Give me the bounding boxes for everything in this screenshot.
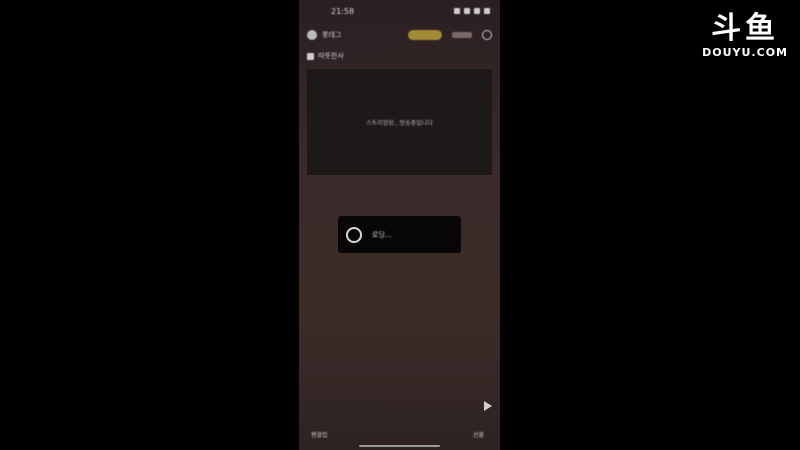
send-icon[interactable] <box>484 401 492 411</box>
viewer-count <box>452 32 472 38</box>
power-icon[interactable] <box>482 30 492 40</box>
signal-icon <box>474 8 480 14</box>
thumb-icon <box>307 52 314 60</box>
loading-text: 로딩... <box>372 230 392 239</box>
video-message: 스트리밍된...방송중입니다 <box>366 119 433 127</box>
status-bar: 21:58 <box>299 0 500 22</box>
sub-header-text: 따뜻한사 <box>318 52 344 60</box>
status-icons <box>454 8 490 14</box>
douyu-watermark: 斗鱼 DOUYU.COM <box>702 11 788 60</box>
screen: 21:58 롯데그 따뜻한사 스트리밍된...방송중입니다 로딩... 팬클럽 … <box>0 0 800 450</box>
phone-screen: 21:58 롯데그 따뜻한사 스트리밍된...방송중입니다 로딩... 팬클럽 … <box>299 0 500 450</box>
streamer-name: 롯데그 <box>322 31 342 39</box>
home-indicator[interactable] <box>359 445 440 447</box>
status-time: 21:58 <box>331 6 355 16</box>
spinner-icon <box>346 226 362 243</box>
notification-icon <box>454 8 460 14</box>
chat-input-row[interactable] <box>307 398 492 414</box>
avatar[interactable] <box>307 30 317 40</box>
video-player[interactable]: 스트리밍된...방송중입니다 <box>307 69 492 175</box>
wifi-icon <box>464 8 470 14</box>
battery-icon <box>484 8 490 14</box>
watermark-logo-cn: 斗鱼 <box>711 11 780 46</box>
loading-toast: 로딩... <box>338 216 461 253</box>
bottom-toolbar: 팬클럽 선물 <box>311 428 492 440</box>
toolbar-right-button[interactable]: 선물 <box>473 430 484 439</box>
follow-button[interactable] <box>408 30 442 40</box>
sub-header: 따뜻한사 <box>307 51 344 61</box>
toolbar-left-button[interactable]: 팬클럽 <box>311 430 328 439</box>
stream-header: 롯데그 <box>307 26 492 44</box>
watermark-logo-en: DOUYU.COM <box>702 46 788 59</box>
